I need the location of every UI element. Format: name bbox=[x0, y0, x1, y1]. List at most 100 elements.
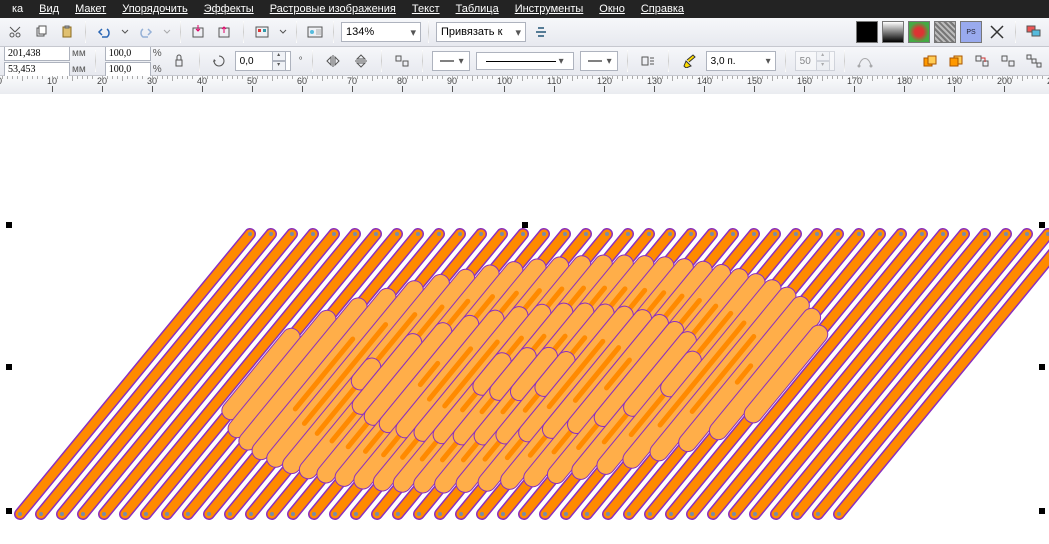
separator bbox=[381, 50, 382, 72]
standard-toolbar: 134% ▾ Привязать к ▾ PS bbox=[0, 18, 1049, 47]
line-style-combo[interactable]: ▾ bbox=[476, 52, 574, 70]
ungroup-all-icon[interactable] bbox=[1023, 50, 1045, 72]
ruler-tick: 160 bbox=[797, 76, 812, 96]
drawing-canvas[interactable] bbox=[0, 94, 1049, 544]
snap-options-icon[interactable] bbox=[530, 21, 552, 43]
separator bbox=[785, 50, 786, 72]
redo-dropdown-icon[interactable] bbox=[161, 21, 173, 43]
ruler-tick: 170 bbox=[847, 76, 862, 96]
lock-ratio-icon[interactable] bbox=[168, 50, 190, 72]
ruler-tick: 180 bbox=[897, 76, 912, 96]
spinner[interactable]: ▴▾ bbox=[272, 51, 286, 71]
mirror-h-icon[interactable] bbox=[322, 50, 344, 72]
menu-tools[interactable]: Инструменты bbox=[507, 1, 592, 17]
convert-to-curves-icon[interactable] bbox=[854, 50, 876, 72]
snap-label: Привязать к bbox=[441, 26, 502, 38]
no-fill-icon[interactable] bbox=[986, 21, 1008, 43]
ruler-tick: 110 bbox=[547, 76, 561, 96]
ruler-tick: 60 bbox=[297, 76, 307, 96]
ruler-tick: 190 bbox=[947, 76, 962, 96]
toolbar-right-group: PS bbox=[856, 21, 1045, 43]
to-front-icon[interactable] bbox=[919, 50, 941, 72]
ruler-tick: 10 bbox=[47, 76, 57, 96]
unit-label: мм bbox=[72, 48, 86, 59]
menu-effects[interactable]: Эффекты bbox=[196, 1, 262, 17]
ruler-tick: 80 bbox=[397, 76, 407, 96]
separator bbox=[627, 50, 628, 72]
menu-table[interactable]: Таблица bbox=[448, 1, 507, 17]
x-position-input[interactable] bbox=[4, 46, 70, 61]
rotation-value: 0,0 bbox=[240, 56, 254, 67]
fill-gradient-icon[interactable] bbox=[882, 21, 904, 43]
wrap-text-icon[interactable] bbox=[637, 50, 659, 72]
fill-black-icon[interactable] bbox=[856, 21, 878, 43]
ruler-tick: 90 bbox=[447, 76, 457, 96]
separator bbox=[844, 50, 845, 72]
opacity-value: 50 bbox=[800, 56, 811, 67]
separator bbox=[243, 21, 244, 43]
ruler-tick: 200 bbox=[997, 76, 1012, 96]
separator bbox=[422, 50, 423, 72]
separator bbox=[95, 50, 96, 72]
align-distribute-icon[interactable] bbox=[391, 50, 413, 72]
dropdown-arrow-icon: ▾ bbox=[515, 26, 521, 39]
app-launcher-dropdown-icon[interactable] bbox=[277, 21, 289, 43]
undo-icon[interactable] bbox=[93, 21, 115, 43]
property-bar: мм мм % % 0,0 ▴▾ ° ▾ ▾ ▾ 3,0 п. ▾ 50 ▴▾ bbox=[0, 47, 1049, 76]
menu-text[interactable]: Текст bbox=[404, 1, 448, 17]
import-icon[interactable] bbox=[188, 21, 210, 43]
pct-label: % bbox=[153, 48, 162, 59]
menu-window[interactable]: Окно bbox=[591, 1, 633, 17]
ruler-tick: 100 bbox=[497, 76, 512, 96]
redo-icon[interactable] bbox=[135, 21, 157, 43]
artwork-blend-object[interactable] bbox=[0, 154, 1049, 544]
line-start-combo[interactable]: ▾ bbox=[432, 51, 470, 71]
zoom-combo[interactable]: 134% ▾ bbox=[341, 22, 421, 42]
ruler-tick: 40 bbox=[197, 76, 207, 96]
rotation-icon bbox=[209, 51, 229, 71]
group-icon[interactable] bbox=[971, 50, 993, 72]
scale-y-input[interactable] bbox=[105, 62, 151, 77]
menu-help[interactable]: Справка bbox=[633, 1, 692, 17]
ruler-tick: 30 bbox=[147, 76, 157, 96]
fill-dialog-icon[interactable] bbox=[1023, 21, 1045, 43]
ruler-tick: 0 bbox=[0, 76, 2, 96]
y-position-input[interactable] bbox=[4, 62, 70, 77]
spinner: ▴▾ bbox=[816, 51, 830, 71]
separator bbox=[1015, 21, 1016, 43]
separator bbox=[312, 50, 313, 72]
zoom-value: 134% bbox=[346, 26, 374, 38]
copy-icon[interactable] bbox=[30, 21, 52, 43]
scale-x-input[interactable] bbox=[105, 46, 151, 61]
snap-combo[interactable]: Привязать к ▾ bbox=[436, 22, 526, 42]
menu-prefix: ка bbox=[4, 1, 31, 17]
ruler-tick: 130 bbox=[647, 76, 662, 96]
to-back-icon[interactable] bbox=[945, 50, 967, 72]
menu-arrange[interactable]: Упорядочить bbox=[114, 1, 195, 17]
menu-layout[interactable]: Макет bbox=[67, 1, 114, 17]
line-end-combo[interactable]: ▾ bbox=[580, 51, 618, 71]
outline-pen-icon[interactable] bbox=[678, 50, 700, 72]
paste-icon[interactable] bbox=[56, 21, 78, 43]
undo-dropdown-icon[interactable] bbox=[119, 21, 131, 43]
rotation-input[interactable]: 0,0 ▴▾ bbox=[235, 51, 291, 71]
dropdown-arrow-icon: ▾ bbox=[766, 56, 771, 67]
degree-label: ° bbox=[299, 56, 303, 67]
unit-label: мм bbox=[72, 64, 86, 75]
fill-pattern2-icon[interactable] bbox=[934, 21, 956, 43]
fill-postscript-icon[interactable]: PS bbox=[960, 21, 982, 43]
fill-pattern1-icon[interactable] bbox=[908, 21, 930, 43]
menu-view[interactable]: Вид bbox=[31, 1, 67, 17]
welcome-screen-icon[interactable] bbox=[304, 21, 326, 43]
ruler-tick: 20 bbox=[97, 76, 107, 96]
menu-bitmaps[interactable]: Растровые изображения bbox=[262, 1, 404, 17]
separator bbox=[333, 21, 334, 43]
mirror-v-icon[interactable] bbox=[350, 50, 372, 72]
ruler-tick: 140 bbox=[697, 76, 712, 96]
outline-width-value: 3,0 п. bbox=[711, 56, 736, 67]
outline-width-combo[interactable]: 3,0 п. ▾ bbox=[706, 51, 776, 71]
ungroup-icon[interactable] bbox=[997, 50, 1019, 72]
export-icon[interactable] bbox=[214, 21, 236, 43]
app-launcher-icon[interactable] bbox=[251, 21, 273, 43]
cut-icon[interactable] bbox=[4, 21, 26, 43]
